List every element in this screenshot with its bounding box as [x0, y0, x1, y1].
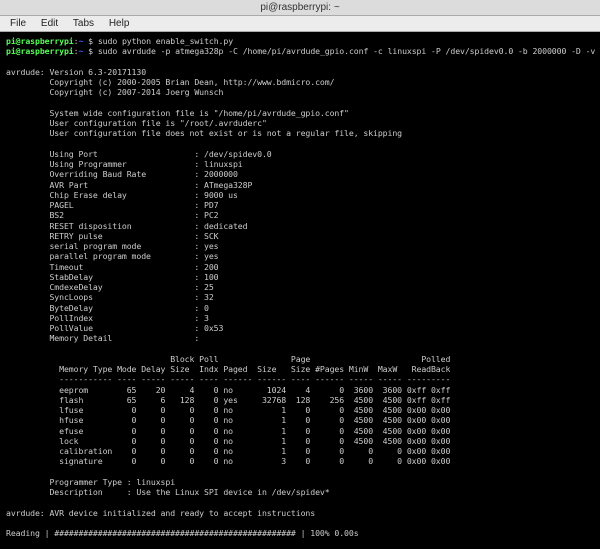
window-titlebar: pi@raspberrypi: ~ [0, 0, 600, 16]
output-init: avrdude: AVR device initialized and read… [6, 508, 315, 518]
output-memory-table: Block Poll Page Polled Memory Type Mode … [6, 354, 450, 467]
prompt-host-2: raspberrypi [21, 46, 74, 56]
prompt-host: raspberrypi [21, 36, 74, 46]
command-2: sudo avrdude -p atmega328p -C /home/pi/a… [98, 46, 600, 56]
prompt-user: pi [6, 36, 16, 46]
menu-tabs[interactable]: Tabs [67, 16, 100, 32]
terminal[interactable]: pi@raspberrypi:~ $ sudo python enable_sw… [0, 32, 600, 549]
output-reading-1: Reading | ##############################… [6, 528, 359, 538]
prompt-dollar-2: $ [83, 46, 98, 56]
menu-help[interactable]: Help [103, 16, 136, 32]
menubar: File Edit Tabs Help [0, 16, 600, 32]
prompt-dollar: $ [83, 36, 98, 46]
output-programmer-type: Programmer Type : linuxspi Description :… [6, 477, 330, 497]
output-header: avrdude: Version 6.3-20171130 Copyright … [6, 67, 402, 139]
output-settings: Using Port : /dev/spidev0.0 Using Progra… [6, 149, 272, 344]
prompt-user-2: pi [6, 46, 16, 56]
menu-edit[interactable]: Edit [35, 16, 64, 32]
menu-file[interactable]: File [4, 16, 32, 32]
command-1: sudo python enable_switch.py [98, 36, 233, 46]
window-title: pi@raspberrypi: ~ [260, 2, 339, 13]
